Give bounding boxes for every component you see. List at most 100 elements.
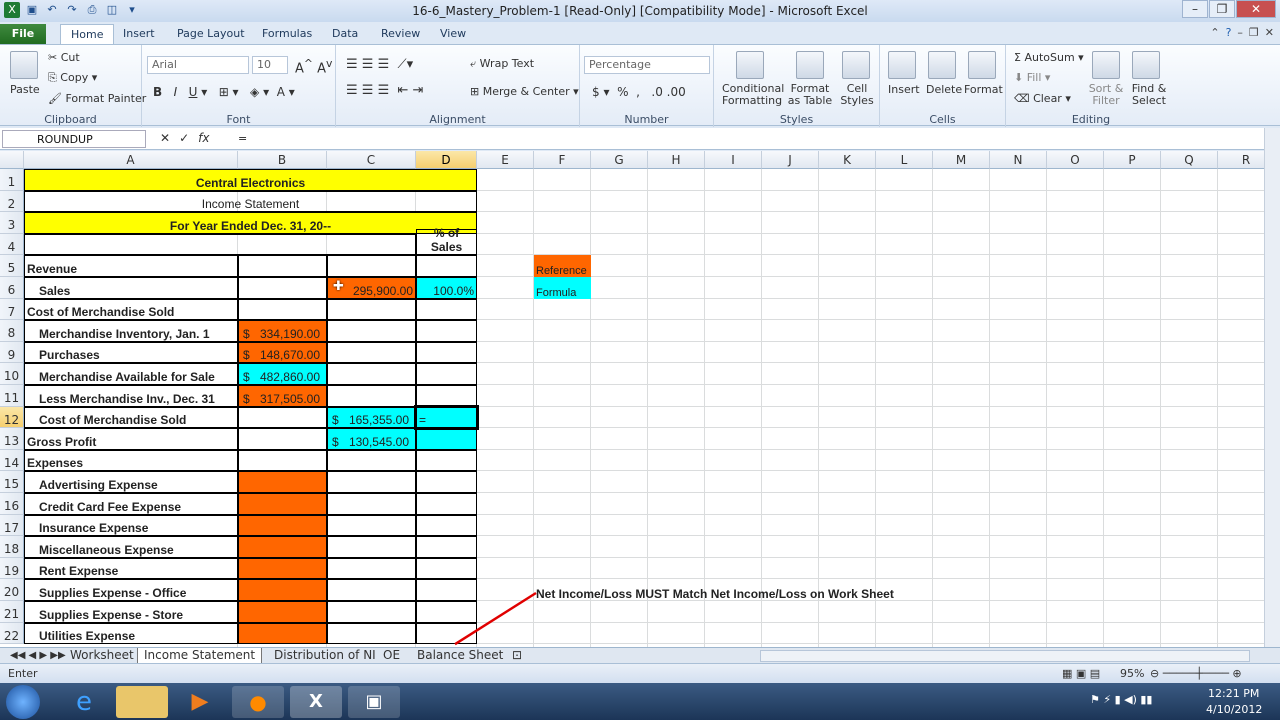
clear-button[interactable]: ⌫ Clear ▾ — [1014, 92, 1071, 105]
firefox-icon[interactable]: ● — [232, 686, 284, 718]
row-header-7[interactable]: 7 — [0, 298, 24, 321]
cell-c15[interactable] — [327, 471, 416, 493]
sheet-tab-income-statement[interactable]: Income Statement — [137, 648, 263, 664]
cell-d13[interactable] — [416, 428, 477, 450]
cell-c9[interactable] — [327, 341, 416, 364]
insert-function-icon[interactable]: fx — [198, 131, 209, 145]
number-format-buttons[interactable]: $ ▾ % , .0 .00 — [592, 85, 686, 99]
cell-b5[interactable] — [238, 255, 327, 277]
bold-icon[interactable]: B — [153, 85, 162, 99]
cell-d16[interactable] — [416, 493, 477, 515]
column-header-p[interactable]: P — [1104, 151, 1161, 169]
tab-insert[interactable]: Insert — [113, 24, 165, 45]
vertical-scrollbar[interactable] — [1264, 128, 1280, 647]
autosum-button[interactable]: Σ AutoSum ▾ — [1014, 51, 1084, 64]
name-box[interactable]: ROUNDUP — [2, 130, 146, 148]
insert-cells-icon[interactable] — [888, 51, 916, 79]
column-header-l[interactable]: L — [876, 151, 933, 169]
tab-review[interactable]: Review — [371, 24, 430, 45]
cell-a9[interactable]: Purchases — [24, 341, 238, 364]
cell-d19[interactable] — [416, 557, 477, 580]
zoom-level[interactable]: 95% — [1120, 667, 1144, 680]
paste-button[interactable]: Paste — [10, 83, 40, 96]
delete-cells-icon[interactable] — [928, 51, 956, 79]
minimize-ribbon-icon[interactable]: ⌃ — [1210, 26, 1219, 39]
cell-b19[interactable] — [238, 557, 327, 580]
note-net-income[interactable]: Net Income/Loss MUST Match Net Income/Lo… — [534, 579, 894, 601]
row-header-1[interactable]: 1 — [0, 169, 24, 191]
cell-b8[interactable]: $334,190.00 — [238, 320, 327, 342]
sort-filter-icon[interactable] — [1092, 51, 1120, 79]
row-header-9[interactable]: 9 — [0, 341, 24, 364]
title-period[interactable]: For Year Ended Dec. 31, 20-- — [24, 212, 477, 234]
column-header-m[interactable]: M — [933, 151, 990, 169]
column-header-k[interactable]: K — [819, 151, 876, 169]
tab-home[interactable]: Home — [60, 24, 115, 45]
row-header-18[interactable]: 18 — [0, 536, 24, 558]
cell-c22[interactable] — [327, 622, 416, 645]
column-header-r[interactable]: R — [1218, 151, 1264, 169]
tray-icons[interactable]: ⚑ ⚡ ▮ ◀) ▮▮ — [1090, 693, 1152, 706]
column-header-a[interactable]: A — [24, 151, 238, 169]
cell-b21[interactable] — [238, 601, 327, 623]
cell-c7[interactable] — [327, 298, 416, 321]
cell-c21[interactable] — [327, 601, 416, 623]
cell-a13[interactable]: Gross Profit — [24, 428, 238, 450]
cell-c17[interactable] — [327, 514, 416, 537]
column-header-b[interactable]: B — [238, 151, 327, 169]
cell-a16[interactable]: Credit Card Fee Expense — [24, 493, 238, 515]
column-header-o[interactable]: O — [1047, 151, 1104, 169]
row-header-13[interactable]: 13 — [0, 428, 24, 450]
view-buttons[interactable]: ▦ ▣ ▤ — [1062, 667, 1100, 680]
sheet-nav-icons[interactable]: ◀◀ ◀ ▶ ▶▶ — [4, 648, 72, 664]
format-cells-icon[interactable] — [968, 51, 996, 79]
merge-center-button[interactable]: ⊞ Merge & Center ▾ — [470, 85, 579, 98]
cell-a18[interactable]: Miscellaneous Expense — [24, 536, 238, 558]
delete-cells-button[interactable]: Delete — [926, 83, 962, 96]
cell-styles-icon[interactable] — [842, 51, 870, 79]
number-format-select[interactable]: Percentage — [584, 56, 710, 74]
cell-a11[interactable]: Less Merchandise Inv., Dec. 31 — [24, 385, 238, 407]
row-header-6[interactable]: 6 — [0, 277, 24, 299]
clock-time[interactable]: 12:21 PM — [1208, 687, 1259, 700]
tab-data[interactable]: Data — [322, 24, 368, 45]
tab-page-layout[interactable]: Page Layout — [167, 24, 255, 45]
cell-c19[interactable] — [327, 557, 416, 580]
row-header-17[interactable]: 17 — [0, 514, 24, 537]
column-header-e[interactable]: E — [477, 151, 534, 169]
grow-font-icon[interactable]: A^ Av — [295, 57, 332, 76]
cell-a19[interactable]: Rent Expense — [24, 557, 238, 580]
sort-filter-button[interactable]: Sort & Filter — [1088, 83, 1124, 107]
cell-b12[interactable] — [238, 406, 327, 429]
tab-formulas[interactable]: Formulas — [252, 24, 322, 45]
cell-a4[interactable] — [24, 233, 416, 256]
fill-button[interactable]: ⬇ Fill ▾ — [1014, 71, 1050, 84]
cell-b18[interactable] — [238, 536, 327, 558]
cell-c10[interactable] — [327, 363, 416, 385]
cell-b9[interactable]: $148,670.00 — [238, 341, 327, 364]
underline-icon[interactable]: U — [189, 85, 198, 99]
formula-input[interactable]: = — [238, 132, 247, 145]
cell-d21[interactable] — [416, 601, 477, 623]
cell-c5[interactable] — [327, 255, 416, 277]
select-all-corner[interactable] — [0, 151, 24, 169]
row-header-3[interactable]: 3 — [0, 212, 24, 234]
column-header-h[interactable]: H — [648, 151, 705, 169]
italic-icon[interactable]: I — [174, 85, 178, 99]
legend-reference[interactable]: Reference — [534, 255, 591, 277]
cell-c14[interactable] — [327, 449, 416, 472]
format-as-table-icon[interactable] — [796, 51, 824, 79]
cell-d10[interactable] — [416, 363, 477, 385]
cell-a12[interactable]: Cost of Merchandise Sold — [24, 406, 238, 429]
worksheet-grid[interactable]: A B C D E F G H I J K L M N O P Q R 1 2 3 4 5 6 7 8 9 10 11 12 13 14 15 1… — [0, 151, 1264, 647]
cell-c11[interactable] — [327, 385, 416, 407]
cell-b10[interactable]: $482,860.00 — [238, 363, 327, 385]
cell-b17[interactable] — [238, 514, 327, 537]
column-header-c[interactable]: C — [327, 151, 416, 169]
cell-a20[interactable]: Supplies Expense - Office — [24, 579, 238, 601]
cell-a7[interactable]: Cost of Merchandise Sold — [24, 298, 238, 321]
cell-c16[interactable] — [327, 493, 416, 515]
cell-d9[interactable] — [416, 341, 477, 364]
enter-icon[interactable]: ✓ — [179, 131, 189, 145]
row-header-8[interactable]: 8 — [0, 320, 24, 342]
